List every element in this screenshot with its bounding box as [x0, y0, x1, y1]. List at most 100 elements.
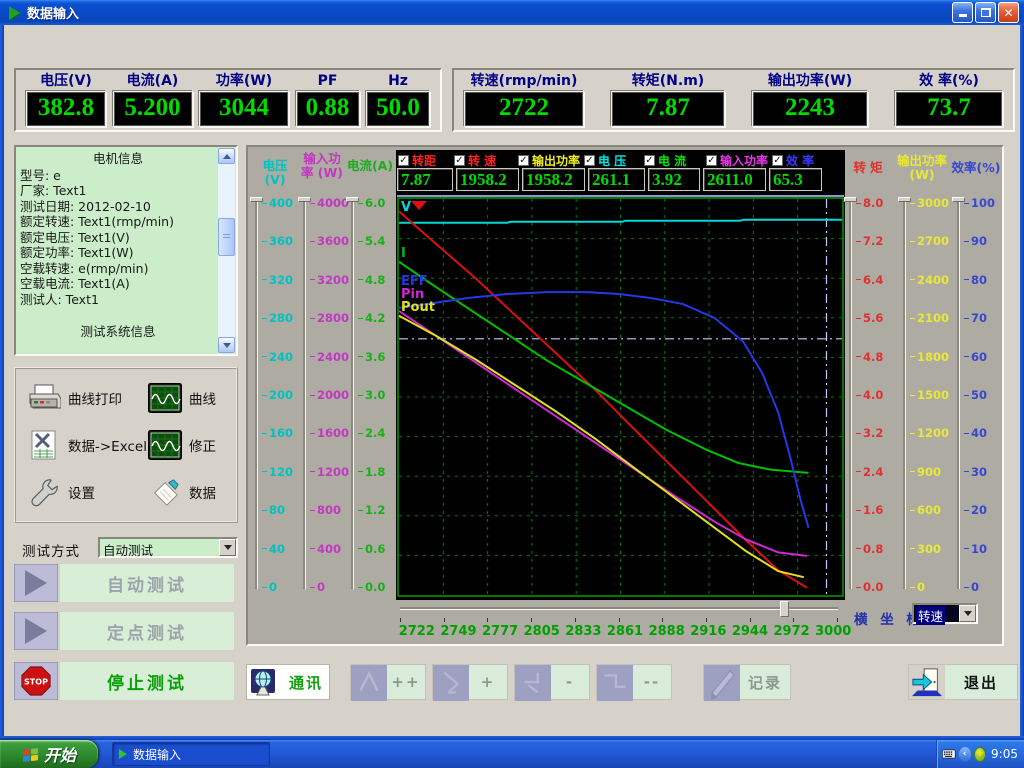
- axis-output-power: 30002700240021001800150012009006003000: [900, 203, 946, 599]
- arrow-up-icon: [223, 154, 231, 159]
- chart-black-region: ✓转距 ✓转 速 ✓输出功率✓电 压 ✓电 流 ✓输入功率✓效 率 7.871958.2…: [396, 150, 845, 600]
- tick-dash-icon: [964, 356, 969, 357]
- close-button[interactable]: ✕: [998, 2, 1019, 23]
- tick-dash-icon: [856, 356, 861, 357]
- meter-label: 输出功率(W): [768, 72, 852, 91]
- combo-dropdown-button[interactable]: [959, 605, 976, 622]
- settings-button[interactable]: 设置: [26, 472, 147, 513]
- x-axis-tick: [662, 618, 663, 622]
- meter-label: Hz: [388, 72, 408, 91]
- axis-slider-track: [957, 199, 960, 589]
- meter-label: 电压(V): [40, 72, 92, 91]
- tick-value: 1200: [917, 426, 949, 440]
- tick-value: 0.8: [863, 542, 883, 556]
- zoom-minus-button[interactable]: -: [514, 664, 590, 700]
- tick-dash-icon: [856, 510, 861, 511]
- axis-tick: 2400: [310, 351, 349, 363]
- minimize-button[interactable]: [952, 2, 973, 23]
- x-axis-slider[interactable]: [400, 601, 838, 617]
- wrench-icon: [26, 476, 62, 508]
- x-axis-tick-label: 2749: [438, 624, 480, 639]
- series-toggle-efficiency[interactable]: ✓效 率: [772, 152, 814, 169]
- axis-tick: 40: [262, 543, 285, 555]
- series-toggle-speed[interactable]: ✓转 速: [454, 152, 496, 169]
- restore-button[interactable]: [975, 2, 996, 23]
- print-curve-button[interactable]: 曲线打印: [26, 377, 147, 418]
- axis-tick: 5.6: [856, 312, 883, 324]
- tick-dash-icon: [358, 433, 363, 434]
- record-button[interactable]: 记录: [703, 664, 791, 700]
- taskbar-task-data-input[interactable]: 数据输入: [112, 742, 270, 766]
- exit-button[interactable]: 退出: [908, 664, 1018, 700]
- x-axis-tick-label: 2972: [771, 624, 813, 639]
- readout-value: 261.1: [588, 168, 645, 191]
- communication-button[interactable]: 通讯: [246, 664, 330, 700]
- hide-icons-chevron[interactable]: ‹: [959, 747, 971, 762]
- edit-icon: [147, 476, 183, 508]
- correction-button[interactable]: 修正: [147, 424, 232, 465]
- scroll-down-button[interactable]: [218, 337, 235, 353]
- excel-icon: [26, 429, 62, 461]
- tick-dash-icon: [310, 356, 315, 357]
- series-toggle-input-power[interactable]: ✓输入功率: [706, 152, 768, 169]
- tick-value: 2700: [917, 234, 949, 248]
- zoom-minus-minus-button[interactable]: --: [596, 664, 672, 700]
- plot-area[interactable]: VIEFFPinPout: [397, 195, 844, 598]
- zoom-plus-button[interactable]: +: [432, 664, 508, 700]
- series-toggle-output-power[interactable]: ✓输出功率: [518, 152, 580, 169]
- meter-speed: 转速(rmp/min)2722: [464, 72, 584, 128]
- zoom-plus-plus-button[interactable]: ++: [350, 664, 426, 700]
- scroll-up-button[interactable]: [218, 148, 235, 164]
- axis-tick: 800: [310, 504, 341, 516]
- auto-test-button[interactable]: 自动测试: [14, 564, 234, 602]
- axis-header-input-power: 输入功率 (W): [298, 152, 346, 180]
- axis-tick: 2100: [910, 312, 949, 324]
- chevron-down-icon: [964, 611, 972, 616]
- combo-dropdown-button[interactable]: [219, 539, 236, 556]
- tick-dash-icon: [964, 203, 969, 204]
- keyboard-icon[interactable]: [942, 748, 956, 760]
- tick-value: 4.0: [863, 388, 883, 402]
- series-toggle-current[interactable]: ✓电 流: [644, 152, 686, 169]
- motor-info-scrollbar[interactable]: [218, 148, 235, 353]
- readout-value: 7.87: [397, 168, 453, 191]
- test-mode-combobox[interactable]: 自动测试: [98, 537, 238, 558]
- x-axis-combobox[interactable]: 转速: [912, 603, 978, 624]
- fixed-point-test-button[interactable]: 定点测试: [14, 612, 234, 650]
- tick-dash-icon: [856, 241, 861, 242]
- series-toggle-torque[interactable]: ✓转距: [398, 152, 436, 169]
- tick-value: 5.6: [863, 311, 883, 325]
- axis-current: 6.05.44.84.23.63.02.41.81.20.60.0: [348, 203, 394, 599]
- window-border-left: [0, 25, 4, 736]
- motor-info-row: 额定电压: Text1(V): [20, 230, 216, 246]
- x-axis-tick-label: 2861: [604, 624, 646, 639]
- curve-button[interactable]: 曲线: [147, 377, 232, 418]
- slider-thumb[interactable]: [780, 601, 789, 617]
- readout-value: 1958.2: [456, 168, 519, 191]
- axis-tick: 1200: [910, 427, 949, 439]
- scrollbar-thumb[interactable]: [218, 218, 235, 256]
- tick-value: 3.0: [365, 388, 385, 402]
- axis-tick: 3.6: [358, 351, 385, 363]
- axis-tick: 320: [262, 274, 293, 286]
- tick-dash-icon: [262, 510, 267, 511]
- run-arrow-icon: [14, 612, 58, 650]
- start-button[interactable]: 开始: [0, 740, 98, 768]
- series-toggle-voltage[interactable]: ✓电 压: [584, 152, 626, 169]
- tick-value: 7.2: [863, 234, 883, 248]
- data-button[interactable]: 数据: [147, 472, 232, 513]
- scope-icon: [147, 429, 183, 461]
- meter-label: 电流(A): [127, 72, 179, 91]
- tray-status-icon[interactable]: ✚: [974, 747, 986, 762]
- data-to-excel-button[interactable]: 数据->Excel: [26, 424, 147, 465]
- axis-slider-track: [849, 199, 852, 589]
- stop-test-button[interactable]: STOP停止测试: [14, 662, 234, 700]
- axis-voltage: 40036032028024020016012080400: [252, 203, 298, 599]
- x-axis-tick-label: 3000: [812, 624, 854, 639]
- tick-dash-icon: [262, 203, 267, 204]
- tick-value: 2100: [917, 311, 949, 325]
- tick-dash-icon: [358, 356, 363, 357]
- tick-dash-icon: [856, 587, 861, 588]
- axis-tick: 3200: [310, 274, 349, 286]
- axis-tick: 2000: [310, 389, 349, 401]
